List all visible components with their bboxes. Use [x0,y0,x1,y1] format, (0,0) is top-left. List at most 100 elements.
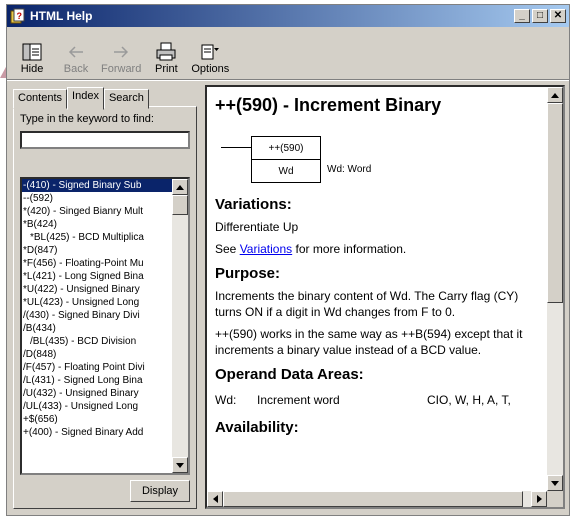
back-label: Back [63,63,89,75]
print-button[interactable]: Print [147,41,185,75]
topic-scroll-right-icon [536,495,542,503]
index-list-item[interactable]: /BL(435) - BCD Division [22,335,172,348]
operand-row: Wd: Increment word CIO, W, H, A, T, [215,393,545,407]
index-list-item[interactable]: /UL(433) - Unsigned Long [22,400,172,413]
keyword-input[interactable] [20,131,190,149]
index-list-item[interactable]: *L(421) - Long Signed Bina [22,270,172,283]
diagram-instruction-box: ++(590) [251,136,321,160]
instruction-diagram: ++(590) Wd Wd: Word [215,130,545,188]
window-title: HTML Help [30,9,93,23]
diagram-operand-box: Wd [251,159,321,183]
index-list-item[interactable]: *(420) - Singed Bianry Mult [22,205,172,218]
see-suffix: for more information. [292,242,407,256]
options-button[interactable]: Options [191,41,229,75]
availability-heading: Availability: [215,419,299,436]
index-list-item[interactable]: -(410) - Signed Binary Sub [22,179,172,192]
help-window: ? HTML Help _ □ ✕ Hide Back Forward Prin… [6,4,570,516]
index-list-scrollbar[interactable] [172,179,188,473]
index-list-item[interactable]: *UL(423) - Unsigned Long [22,296,172,309]
tab-contents[interactable]: Contents [13,89,68,109]
topic-scroll-left-icon [212,495,218,503]
index-list-item[interactable]: *F(456) - Floating-Point Mu [22,257,172,270]
topic-scroll-left-button[interactable] [207,491,223,507]
topic-title: ++(590) - Increment Binary [215,95,442,115]
index-list-item[interactable]: /U(432) - Unsigned Binary [22,387,172,400]
scroll-up-icon [176,184,184,190]
purpose-paragraph-1: Increments the binary content of Wd. The… [215,289,519,319]
index-list-item[interactable]: /F(457) - Floating Point Divi [22,361,172,374]
index-list-item[interactable]: /(430) - Signed Binary Divi [22,309,172,322]
variations-text: Differentiate Up [215,220,299,234]
toolbar: Hide Back Forward Print Options [7,27,569,80]
forward-arrow-icon [114,46,129,58]
purpose-heading: Purpose: [215,265,281,282]
nav-tabs: Contents Index Search [13,87,197,110]
topic-hscroll-thumb[interactable] [223,491,523,507]
topic-scroll-down-icon [551,480,559,486]
operand-desc: Increment word [257,393,340,407]
see-prefix: See [215,242,240,256]
operand-heading: Operand Data Areas: [215,366,364,383]
scroll-down-button[interactable] [172,457,188,473]
hide-icon [22,43,42,61]
title-bar[interactable]: ? HTML Help _ □ ✕ [7,5,569,27]
topic-scroll-right-button[interactable] [531,491,547,507]
tab-search[interactable]: Search [103,89,149,109]
options-icon [201,44,220,60]
options-label: Options [191,63,230,75]
index-list-item[interactable]: *D(847) [22,244,172,257]
topic-document: ++(590) - Increment Binary ++(590) Wd Wd… [215,87,545,489]
topic-scroll-down-button[interactable] [547,475,563,491]
index-tab-panel: Type in the keyword to find: -(410) - Si… [13,106,197,509]
topic-pane: ++(590) - Increment Binary ++(590) Wd Wd… [205,85,565,509]
variations-see-line: See Variations for more information. [215,241,545,257]
back-arrow-icon [68,46,83,58]
help-app-icon: ? [10,8,25,24]
operand-name: Wd: [215,393,237,407]
forward-button[interactable]: Forward [101,41,141,75]
topic-scroll-up-icon [551,92,559,98]
variations-link[interactable]: Variations [240,242,292,256]
maximize-icon: □ [536,10,544,21]
index-list-item[interactable]: +$(656) [22,413,172,426]
back-button[interactable]: Back [57,41,95,75]
index-list-items: -(410) - Signed Binary Sub --(592) *(420) … [22,179,172,473]
index-list-item[interactable]: --(592) [22,192,172,205]
index-list-item[interactable]: /L(431) - Signed Long Bina [22,374,172,387]
hide-label: Hide [20,63,44,75]
scrollbar-corner [547,491,563,507]
tab-index[interactable]: Index [67,87,104,110]
svg-text:?: ? [17,11,23,21]
keyword-label: Type in the keyword to find: [20,113,154,125]
forward-label: Forward [101,63,142,75]
scroll-thumb[interactable] [172,195,188,215]
content-area: Contents Index Search Type in the keywor… [7,77,569,515]
variations-heading: Variations: [215,196,292,213]
close-button[interactable]: ✕ [550,9,566,23]
topic-scroll-up-button[interactable] [547,87,563,103]
operand-areas: CIO, W, H, A, T, [427,393,511,407]
navigation-pane: Contents Index Search Type in the keywor… [13,87,197,509]
index-list-item[interactable]: *B(424) [22,218,172,231]
print-label: Print [155,63,178,75]
hide-button[interactable]: Hide [13,41,51,75]
close-icon: ✕ [553,10,563,21]
display-button[interactable]: Display [130,480,190,502]
maximize-button[interactable]: □ [532,9,548,23]
diagram-input-line [221,147,251,148]
index-list-item[interactable]: *U(422) - Unsigned Binary [22,283,172,296]
minimize-icon: _ [519,10,525,21]
topic-vertical-scrollbar[interactable] [547,87,563,491]
index-list-item[interactable]: /D(848) [22,348,172,361]
topic-scroll-thumb[interactable] [547,103,563,303]
scroll-up-button[interactable] [172,179,188,195]
index-list[interactable]: -(410) - Signed Binary Sub --(592) *(420) … [20,177,190,475]
printer-icon [156,42,176,61]
minimize-button[interactable]: _ [514,9,530,23]
index-list-item[interactable]: /B(434) [22,322,172,335]
purpose-paragraph-2: ++(590) works in the same way as ++B(594… [215,327,523,357]
topic-horizontal-scrollbar[interactable] [207,491,547,507]
scroll-down-icon [176,462,184,468]
index-list-item[interactable]: +(400) - Signed Binary Add [22,426,172,439]
index-list-item[interactable]: *BL(425) - BCD Multiplica [22,231,172,244]
